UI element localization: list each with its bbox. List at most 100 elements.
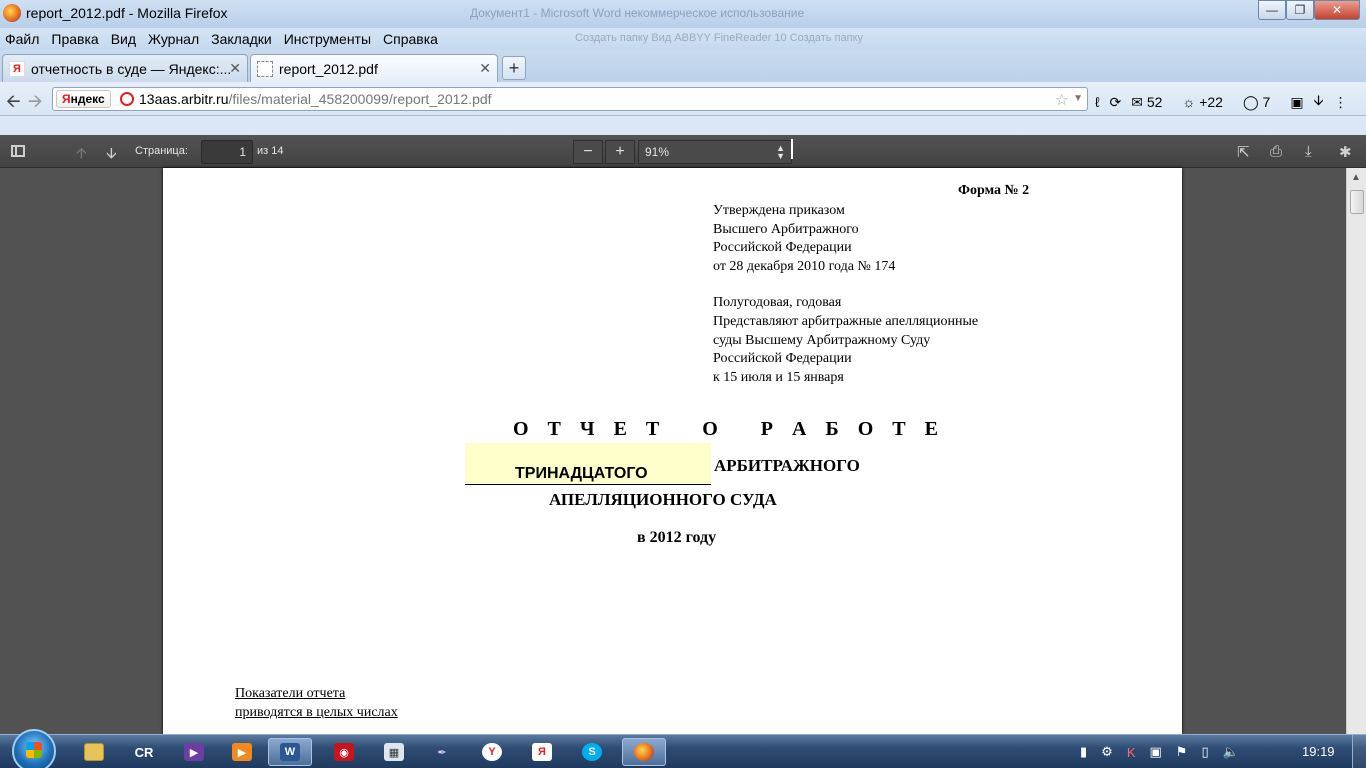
submission-line: суды Высшему Арбитражному Суду (713, 332, 931, 348)
word-taskbar-icon[interactable]: W (268, 738, 312, 766)
menu-tools[interactable]: Инструменты (284, 31, 371, 47)
zoom-select[interactable]: 91% ▲ ▼ (638, 140, 792, 164)
scrollbar-thumb[interactable] (1350, 190, 1364, 214)
tab-label: отчетность в суде — Яндекс:... (31, 60, 232, 77)
start-button[interactable] (12, 729, 56, 768)
yandex-browser-taskbar-icon[interactable]: Y (470, 738, 514, 766)
network-icon[interactable]: ▣ (1149, 744, 1161, 760)
red-app-taskbar-icon[interactable]: ◉ (322, 738, 366, 766)
pdf-viewer: Форма № 2 Утверждена приказом Высшего Ар… (0, 168, 1346, 734)
window-title: report_2012.pdf - Mozilla Firefox (26, 5, 228, 21)
tray-app-icon[interactable]: ⚙ (1101, 744, 1113, 760)
windows-taskbar: CR ▶ ▶ W ◉ ▦ ✒ Y Я S ▮ ⚙ K ▣ ⚑ ▯ 🔈 19:19 (0, 729, 1366, 768)
previous-page-icon[interactable]: 🡩 (76, 143, 87, 168)
mail-icon[interactable]: ✉ 52 (1131, 94, 1172, 111)
window-titlebar: report_2012.pdf - Mozilla Firefox Докуме… (0, 0, 1366, 28)
calculator-taskbar-icon[interactable]: ▦ (372, 738, 416, 766)
menu-bookmarks[interactable]: Закладки (211, 31, 272, 47)
page-total: из 14 (257, 145, 284, 157)
explorer-taskbar-icon[interactable] (72, 738, 116, 766)
address-bar[interactable]: Яндекс 13aas.arbitr.ru/files/material_45… (52, 87, 1088, 111)
skype-taskbar-icon[interactable]: S (570, 738, 614, 766)
download-arrow-icon[interactable]: 🡫 (1314, 90, 1324, 114)
next-page-icon[interactable]: 🡫 (106, 143, 117, 168)
url-dropdown-icon[interactable]: ▼ (1073, 93, 1083, 104)
bookmark-icon[interactable]: ✱ (1339, 143, 1352, 161)
court-number-value: ТРИНАДЦАТОГО (515, 465, 648, 482)
tab-bar: Я отчетность в суде — Яндекс:... ✕ repor… (0, 50, 1366, 82)
reload-icon[interactable]: ⟳ (1110, 94, 1122, 111)
minimize-button[interactable]: — (1258, 0, 1286, 20)
scroll-up-arrow-icon[interactable]: ▲ (1351, 172, 1361, 183)
fullscreen-icon[interactable]: ⇱ (1237, 143, 1250, 161)
forward-arrow-icon[interactable]: 🡪 (28, 89, 43, 119)
yandex-bar-icon[interactable]: ℓ (1095, 94, 1100, 110)
media-player-taskbar-icon[interactable]: ▶ (220, 738, 264, 766)
pen-tool-taskbar-icon[interactable]: ✒ (420, 738, 464, 766)
tab-label: report_2012.pdf (279, 60, 378, 77)
footnote: Показатели отчета приводятся в целых чис… (235, 686, 398, 720)
menu-history[interactable]: Журнал (148, 31, 199, 47)
extension-icon[interactable]: ◯ 7 (1243, 94, 1280, 111)
volume-icon[interactable]: 🔈 (1223, 744, 1239, 760)
menu-edit[interactable]: Правка (51, 31, 98, 47)
background-window-title: Документ1 - Microsoft Word некоммерческо… (470, 6, 805, 20)
system-tray: ▮ ⚙ K ▣ ⚑ ▯ 🔈 (1080, 744, 1253, 760)
tab-report-pdf[interactable]: report_2012.pdf ✕ (250, 54, 498, 82)
report-title: О Т Ч Е Т О Р А Б О Т Е (513, 418, 945, 440)
menu-file[interactable]: Файл (5, 31, 39, 47)
firefox-taskbar-icon[interactable] (622, 738, 666, 766)
keyboard-layout-icon[interactable]: K (1127, 745, 1136, 760)
toolbar-spacer (0, 116, 1366, 135)
firefox-logo-icon (3, 4, 21, 22)
menu-bar: Файл Правка Вид Журнал Закладки Инструме… (0, 28, 1366, 50)
menu-more-icon[interactable]: ⋮ (1334, 94, 1348, 111)
blank-page-favicon-icon (257, 60, 273, 77)
download-icon[interactable]: ⤓ (1305, 143, 1312, 160)
pdf-page: Форма № 2 Утверждена приказом Высшего Ар… (163, 168, 1182, 734)
tab-close-icon[interactable]: ✕ (229, 60, 241, 77)
yandex-search-badge[interactable]: Яндекс (56, 90, 111, 108)
back-arrow-icon[interactable]: 🡨 (6, 89, 21, 119)
submission-line: Российской Федерации (713, 351, 852, 367)
weather-icon[interactable]: ☼ +22 (1182, 94, 1232, 110)
visual-studio-taskbar-icon[interactable]: ▶ (172, 738, 216, 766)
submission-line: Полугодовая, годовая (713, 295, 842, 311)
navigation-bar: 🡨 🡪 Яндекс 13aas.arbitr.ru/files/materia… (0, 82, 1366, 116)
battery-icon[interactable]: ▯ (1201, 744, 1208, 760)
site-identity-icon[interactable] (120, 92, 134, 106)
zoom-in-button[interactable]: + (605, 140, 635, 164)
court-word-appellate: АПЕЛЛЯЦИОННОГО СУДА (549, 490, 777, 509)
menu-help[interactable]: Справка (383, 31, 438, 47)
approval-block: Утверждена приказом Высшего Арбитражного… (713, 202, 978, 387)
report-year: в 2012 году (637, 529, 717, 546)
page-label: Страница: (135, 145, 188, 157)
yandex-favicon-icon: Я (9, 60, 25, 77)
new-tab-button[interactable]: + (502, 56, 526, 80)
tab-yandex-search[interactable]: Я отчетность в суде — Яндекс:... ✕ (2, 54, 248, 82)
vertical-scrollbar[interactable]: ▲ (1346, 168, 1366, 734)
page-number-input[interactable]: 1 (201, 140, 253, 164)
zoom-out-button[interactable]: − (573, 140, 603, 164)
print-icon[interactable]: ⎙ (1270, 143, 1282, 160)
court-name-field[interactable]: ТРИНАДЦАТОГО (465, 443, 711, 485)
tab-close-icon[interactable]: ✕ (479, 60, 491, 77)
sidebar-toggle-icon[interactable] (11, 145, 25, 157)
url-text[interactable]: 13aas.arbitr.ru/files/material_458200099… (139, 91, 492, 107)
cr-taskbar-icon[interactable]: CR (122, 738, 166, 766)
maximize-button[interactable]: ❐ (1286, 0, 1314, 20)
clock[interactable]: 19:19 (1302, 744, 1335, 759)
translate-icon[interactable]: ▣ (1290, 94, 1303, 111)
approval-line: Высшего Арбитражного (713, 221, 859, 237)
pdf-toolbar: 🡩 🡫 Страница: 1 из 14 − + 91% ▲ ▼ ⇱ ⎙ ⤓ ✱ (0, 135, 1366, 168)
yandex-taskbar-icon[interactable]: Я (520, 738, 564, 766)
action-center-flag-icon[interactable]: ⚑ (1176, 744, 1188, 760)
submission-line: Представляют арбитражные апелляционные (713, 313, 979, 329)
background-window-toolbar: Создать папку Вид ABBYY FineReader 10 Со… (575, 32, 864, 44)
bookmark-star-icon[interactable]: ☆ (1055, 90, 1069, 110)
signal-icon[interactable]: ▮ (1080, 744, 1087, 760)
select-arrows-icon: ▲ ▼ (776, 143, 785, 161)
menu-view[interactable]: Вид (111, 31, 136, 47)
show-desktop-button[interactable] (1352, 735, 1366, 768)
close-window-button[interactable]: ✕ (1314, 0, 1360, 20)
